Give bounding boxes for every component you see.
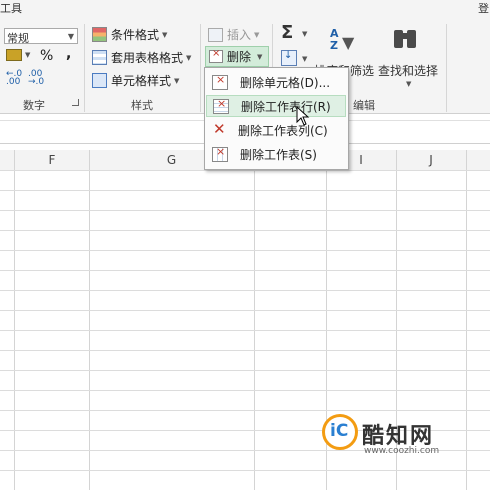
editing-group-label: 编辑 [353, 99, 375, 112]
row-gridline [0, 210, 490, 211]
conditional-format-button[interactable]: 条件格式 ▼ [92, 26, 167, 43]
delete-rows-label: 删除工作表行(R) [241, 99, 331, 114]
format-as-table-label: 套用表格格式 [111, 51, 184, 65]
delete-columns-label: 删除工作表列(C) [238, 123, 328, 138]
row-gridline [0, 250, 490, 251]
styles-group-label: 样式 [131, 99, 153, 112]
group-divider [84, 24, 85, 112]
chevron-down-icon: ▼ [25, 51, 31, 59]
number-format-dropdown[interactable]: 常规 ▼ [4, 28, 78, 45]
row-gridline [0, 290, 490, 291]
percent-style-button[interactable]: % [40, 48, 53, 64]
column-gridline [254, 150, 255, 490]
tools-tab-label: 工具 [0, 2, 22, 15]
watermark-logo: iC [322, 414, 358, 450]
row-gridline [0, 410, 490, 411]
watermark-logo-icon: iC [330, 421, 349, 441]
decrease-decimal-button[interactable]: .00 →.0 [28, 70, 44, 87]
insert-label: 插入 [227, 28, 252, 42]
number-group-label: 数字 [23, 99, 45, 112]
table-format-icon [92, 50, 107, 65]
row-gridline [0, 170, 490, 171]
row-gridline [0, 330, 490, 331]
fill-down-arrow-icon: ↓ [284, 50, 293, 61]
row-gridline [0, 370, 490, 371]
number-format-value: 常规 [7, 32, 29, 45]
chevron-down-icon: ▼ [186, 53, 192, 62]
conditional-format-icon [92, 27, 107, 42]
delete-label: 删除 [227, 50, 252, 64]
delete-sheet-columns-menu-item[interactable]: ✕ 删除工作表列(C) [206, 119, 346, 141]
delete-cells-icon: × [212, 73, 228, 90]
row-gridline [0, 190, 490, 191]
delete-columns-icon: ✕ [213, 119, 226, 138]
chevron-down-icon: ▼ [302, 30, 308, 38]
delete-sheet-menu-item[interactable]: × 删除工作表(S) [206, 143, 346, 165]
row-gridline [0, 470, 490, 471]
chevron-down-icon: ▼ [162, 30, 168, 39]
mouse-cursor-icon [296, 106, 310, 126]
currency-icon [6, 49, 22, 61]
column-gridline [466, 150, 467, 490]
delete-rows-icon: × [213, 97, 229, 114]
column-gridline [89, 150, 90, 490]
delete-cells-label: 删除单元格(D)... [240, 75, 331, 90]
cell-styles-button[interactable]: 单元格样式 ▼ [92, 72, 179, 89]
dialog-launcher-icon[interactable] [72, 99, 79, 106]
cell-styles-label: 单元格样式 [111, 74, 172, 88]
chevron-down-icon: ▼ [406, 80, 412, 88]
row-gridline [0, 230, 490, 231]
autosum-button[interactable]: Σ [281, 22, 293, 43]
delete-dropdown-menu: × 删除单元格(D)... × 删除工作表行(R) ✕ 删除工作表列(C) × … [204, 67, 349, 170]
login-label[interactable]: 登 [478, 0, 489, 16]
delete-sheet-icon: × [212, 145, 228, 162]
conditional-format-label: 条件格式 [111, 28, 160, 42]
insert-cells-icon [208, 27, 223, 42]
group-divider [200, 24, 201, 112]
find-select-label[interactable]: 查找和选择 [378, 62, 438, 79]
chevron-down-icon: ▼ [257, 52, 263, 61]
chevron-down-icon: ▼ [254, 30, 260, 39]
delete-sheet-rows-menu-item[interactable]: × 删除工作表行(R) [206, 95, 346, 117]
column-header-j[interactable]: J [396, 150, 466, 170]
column-header-f[interactable]: F [15, 150, 89, 170]
chevron-down-icon: ▼ [302, 55, 308, 63]
increase-decimal-button[interactable]: ←.0.00 [6, 70, 22, 87]
cell-styles-icon [92, 73, 107, 88]
row-gridline [0, 350, 490, 351]
accounting-format-button[interactable]: ▼ [6, 49, 30, 61]
group-divider [446, 24, 447, 112]
comma-style-button[interactable]: , [66, 46, 71, 62]
fill-button[interactable]: ↓ [281, 50, 297, 66]
insert-button[interactable]: 插入 ▼ [208, 26, 259, 43]
sort-filter-icon[interactable]: A Z ▼ [328, 27, 358, 57]
delete-button[interactable]: × 删除 ▼ [205, 46, 269, 67]
binoculars-icon[interactable] [393, 28, 419, 52]
delete-cells-icon: × [209, 48, 223, 63]
row-gridline [0, 270, 490, 271]
format-as-table-button[interactable]: 套用表格格式 ▼ [92, 49, 191, 66]
chevron-down-icon: ▼ [174, 76, 180, 85]
column-gridline [14, 150, 15, 490]
row-gridline [0, 390, 490, 391]
delete-sheet-label: 删除工作表(S) [240, 147, 317, 162]
watermark-url: www.coozhi.com [364, 446, 440, 456]
delete-cells-menu-item[interactable]: × 删除单元格(D)... [206, 71, 346, 93]
row-gridline [0, 310, 490, 311]
chevron-down-icon: ▼ [67, 32, 74, 41]
